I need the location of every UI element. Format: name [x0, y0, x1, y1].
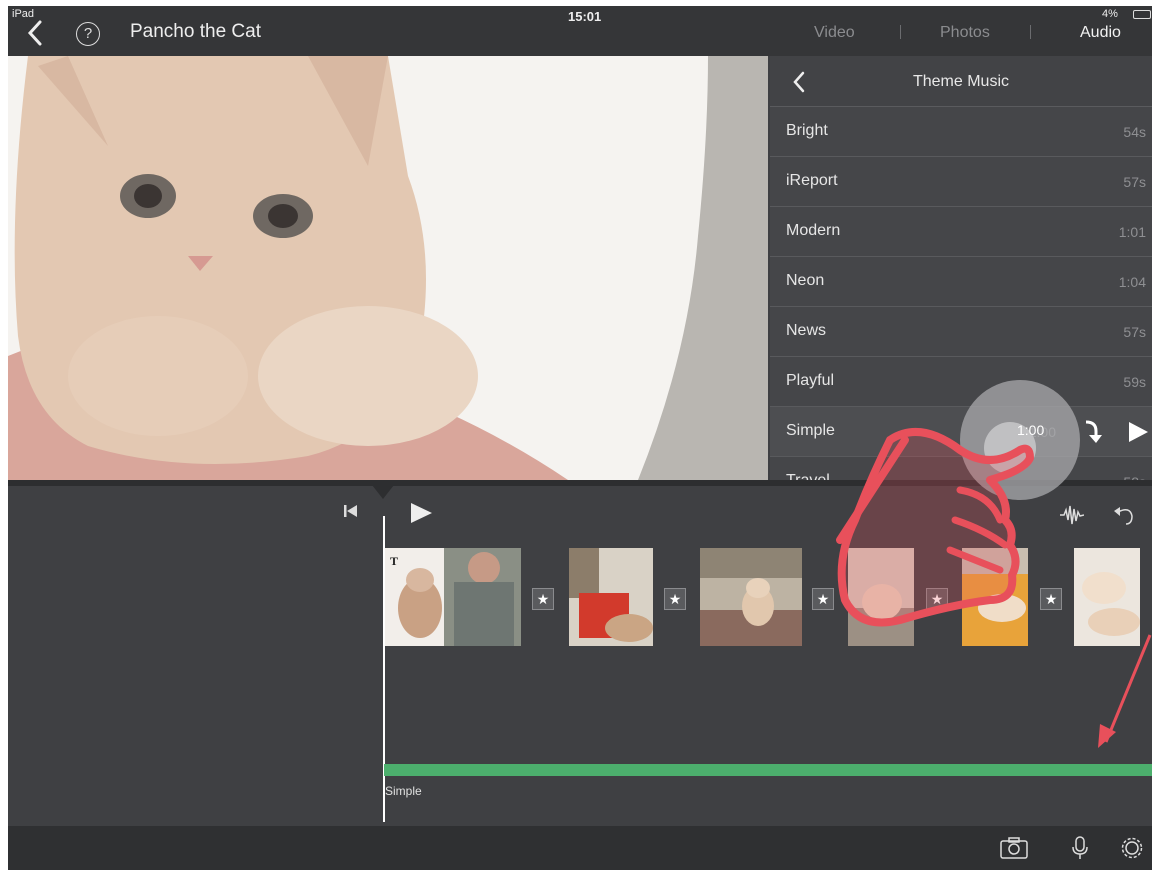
track-name: Simple: [786, 422, 835, 439]
track-name: Playful: [786, 372, 835, 389]
star-transition-button[interactable]: ★: [664, 588, 686, 610]
track-name: Bright: [786, 122, 828, 139]
track-duration: 1:00: [1028, 424, 1056, 440]
theme-music-panel: Theme Music Bright 54s iReport 57s Moder…: [770, 56, 1152, 480]
tab-divider: [1030, 25, 1031, 39]
track-duration: 59s: [1123, 374, 1146, 390]
track-name: Travel: [786, 472, 830, 480]
kitten-preview-image: [8, 56, 768, 480]
star-transition-button[interactable]: ★: [1040, 588, 1062, 610]
clip-thumbnail: [569, 548, 653, 646]
theme-music-label: Simple: [385, 784, 422, 798]
play-icon[interactable]: [410, 503, 432, 523]
track-row-modern[interactable]: Modern 1:01: [770, 207, 1152, 257]
project-title: Pancho the Cat: [130, 21, 261, 42]
microphone-icon[interactable]: [1066, 836, 1094, 860]
track-row-playful[interactable]: Playful 59s: [770, 357, 1152, 407]
track-name: Neon: [786, 272, 825, 289]
back-chevron-icon[interactable]: [20, 18, 56, 48]
clip-thumbnail: [1074, 548, 1140, 646]
play-preview-icon[interactable]: [1126, 420, 1150, 444]
track-name: News: [786, 322, 827, 339]
video-clip[interactable]: [569, 548, 653, 646]
imovie-screen: iPad 15:01 4% ? Pancho the Cat Video Pho…: [8, 6, 1152, 870]
title-marker: T: [390, 554, 399, 568]
skip-to-start-icon[interactable]: [344, 504, 358, 518]
panel-header: Theme Music: [770, 56, 1152, 107]
playhead[interactable]: [383, 516, 385, 822]
camera-icon[interactable]: [1000, 836, 1028, 860]
video-viewer[interactable]: [8, 56, 768, 480]
track-duration: 1:01: [1118, 224, 1146, 240]
undo-icon[interactable]: [1112, 504, 1136, 526]
track-row-news[interactable]: News 57s: [770, 307, 1152, 357]
track-row-neon[interactable]: Neon 1:04: [770, 257, 1152, 307]
timeline[interactable]: T ★ ★ ★ ★ ★ Simple: [8, 480, 1152, 826]
video-clip[interactable]: [700, 548, 802, 646]
clip-thumbnail: [700, 548, 802, 646]
track-duration: 1:04: [1118, 274, 1146, 290]
audio-waveform-icon[interactable]: [1060, 504, 1084, 526]
panel-title: Theme Music: [912, 73, 1010, 90]
tab-video[interactable]: Video: [814, 24, 855, 42]
tab-audio[interactable]: Audio: [1080, 24, 1121, 42]
track-row-bright[interactable]: Bright 54s: [770, 107, 1152, 157]
clip-thumbnail: [384, 548, 521, 646]
download-arrow-icon[interactable]: [1082, 419, 1102, 445]
track-row-travel[interactable]: Travel 58s: [770, 457, 1152, 480]
video-clip[interactable]: [962, 548, 1028, 646]
star-transition-button[interactable]: ★: [926, 588, 948, 610]
track-duration: 57s: [1123, 324, 1146, 340]
playhead-notch: [372, 485, 394, 499]
theme-music-track[interactable]: [384, 764, 1152, 776]
track-row-simple[interactable]: Simple 1:00: [770, 407, 1152, 457]
video-clip[interactable]: [1074, 548, 1140, 646]
top-bar: iPad 15:01 4% ? Pancho the Cat Video Pho…: [8, 6, 1152, 56]
tab-photos[interactable]: Photos: [940, 24, 990, 42]
track-name: Modern: [786, 222, 841, 239]
status-time: 15:01: [568, 9, 602, 24]
help-button[interactable]: ?: [76, 22, 100, 46]
track-duration: 57s: [1123, 174, 1146, 190]
star-transition-button[interactable]: ★: [812, 588, 834, 610]
clip-thumbnail: [962, 548, 1028, 646]
track-row-ireport[interactable]: iReport 57s: [770, 157, 1152, 207]
status-battery: 4%: [1102, 8, 1118, 20]
star-transition-button[interactable]: ★: [532, 588, 554, 610]
tab-divider: [900, 25, 901, 39]
video-clip[interactable]: [848, 548, 914, 646]
clip-thumbnail: [848, 548, 914, 646]
track-duration: 54s: [1123, 124, 1146, 140]
battery-icon: [1133, 10, 1151, 19]
video-clip[interactable]: T: [384, 548, 521, 646]
track-name: iReport: [786, 172, 838, 189]
settings-gear-icon[interactable]: [1118, 836, 1146, 860]
bottom-toolbar: [8, 826, 1152, 870]
